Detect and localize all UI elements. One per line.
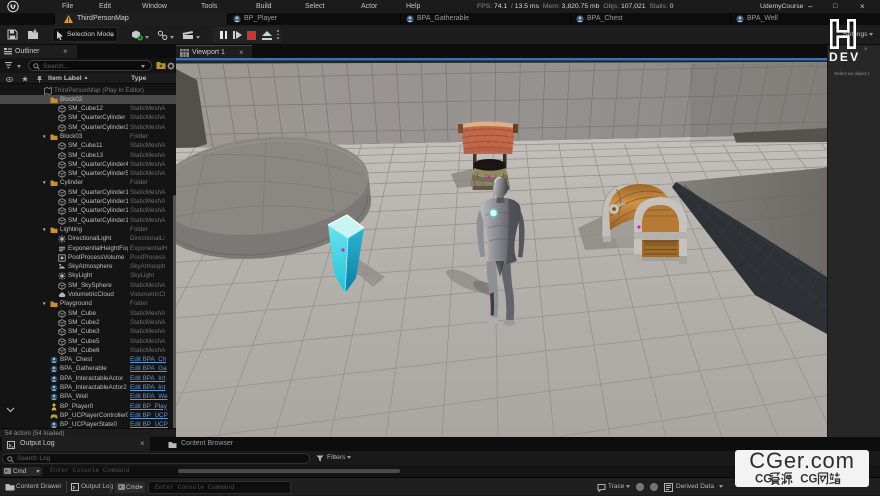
svg-text:CG: CG (755, 473, 772, 485)
svg-text:DEV: DEV (829, 50, 860, 64)
svg-text:CG: CG (797, 473, 818, 485)
